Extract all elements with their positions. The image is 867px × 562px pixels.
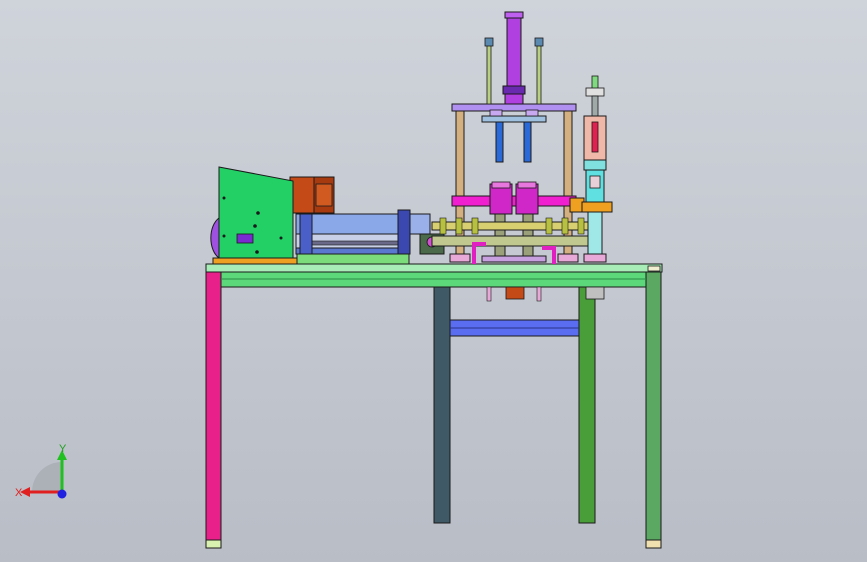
y-axis-label: Y <box>59 443 67 455</box>
x-axis-label: X <box>15 487 23 499</box>
feeder-assembly <box>210 166 445 265</box>
axis-triad: Y X <box>15 443 67 499</box>
leg-front-left <box>205 271 222 545</box>
machine-assembly-view[interactable] <box>0 0 867 562</box>
motor-body <box>289 176 315 214</box>
press-frame <box>431 11 591 302</box>
table-top <box>205 263 663 288</box>
top-plate <box>451 103 577 112</box>
z-axis-dot <box>57 489 67 499</box>
crossbeam <box>451 195 577 207</box>
leg-inner-left <box>433 284 451 524</box>
leg-inner-right <box>578 284 596 524</box>
table-legs <box>205 271 662 549</box>
press-rod-right <box>523 121 532 163</box>
press-rod-left <box>495 121 504 163</box>
linear-slide <box>295 213 409 235</box>
cad-viewport[interactable]: Y X <box>0 0 867 562</box>
leg-front-right <box>645 271 662 545</box>
pulley-cover <box>210 217 220 259</box>
cover-plate <box>218 166 294 259</box>
